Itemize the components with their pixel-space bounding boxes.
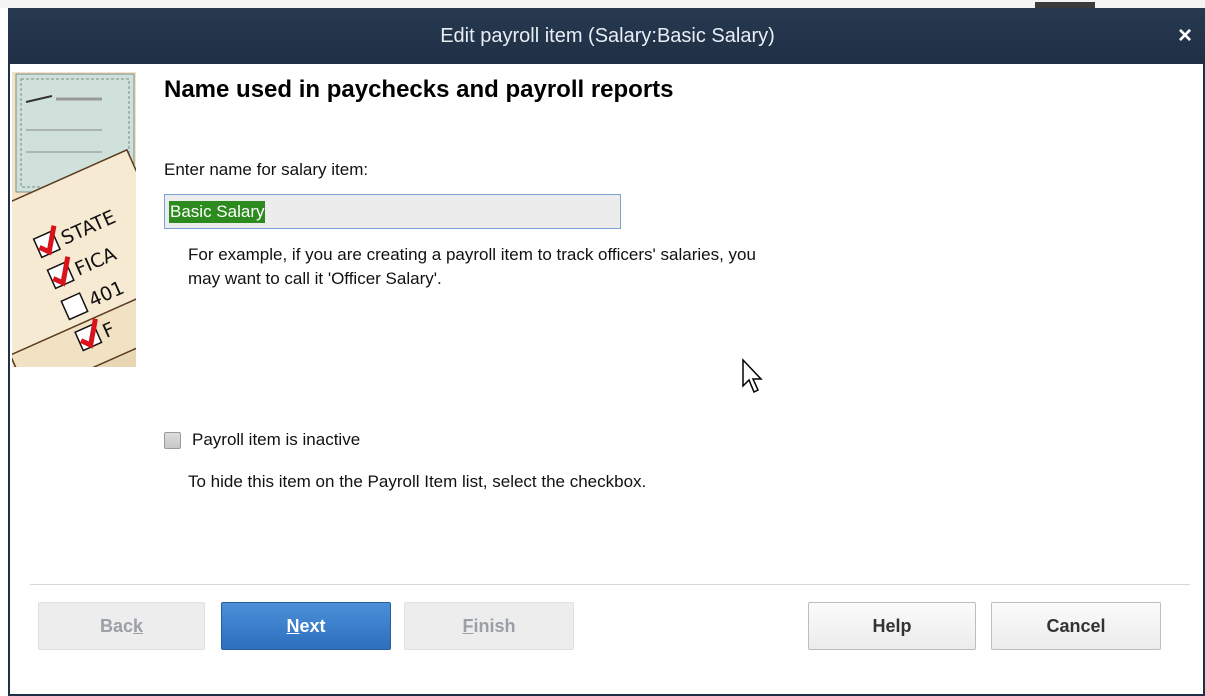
background-strip [0,0,1205,8]
cancel-button[interactable]: Cancel [991,602,1161,650]
page-heading: Name used in paychecks and payroll repor… [164,76,674,103]
footer-separator [30,584,1190,585]
finish-label-accel: F [462,615,474,636]
title-bar[interactable]: Edit payroll item (Salary:Basic Salary) … [8,8,1205,64]
next-label-post: ext [299,615,326,636]
help-button[interactable]: Help [808,602,976,650]
window-title: Edit payroll item (Salary:Basic Salary) [440,24,775,47]
finish-button[interactable]: Finish [404,602,574,650]
inactive-checkbox-label[interactable]: Payroll item is inactive [192,430,360,450]
close-icon[interactable]: × [1171,22,1199,50]
back-label-pre: Bac [99,615,133,636]
name-field-label: Enter name for salary item: [164,160,369,179]
inactive-hint: To hide this item on the Payroll Item li… [188,472,647,491]
back-button[interactable]: Bac k [38,602,205,650]
edit-payroll-item-dialog: Edit payroll item (Salary:Basic Salary) … [8,8,1205,696]
inactive-checkbox[interactable] [164,431,181,449]
inactive-checkbox-row[interactable]: Payroll item is inactive [164,430,360,450]
salary-item-name-input[interactable]: Basic Salary [164,194,621,229]
name-hint-line-1: For example, if you are creating a payro… [188,245,756,264]
payroll-checklist-illustration: STATE FICA 401 F [12,72,136,367]
next-button[interactable]: Next [221,602,391,650]
name-input-value: Basic Salary [169,200,266,223]
name-hint: For example, if you are creating a payro… [188,243,928,291]
next-label-accel: N [286,615,300,636]
finish-label-post: inish [473,615,516,636]
mouse-pointer-icon [742,358,763,394]
name-hint-line-2: may want to call it 'Officer Salary'. [188,269,442,288]
back-label-accel: k [133,615,144,636]
